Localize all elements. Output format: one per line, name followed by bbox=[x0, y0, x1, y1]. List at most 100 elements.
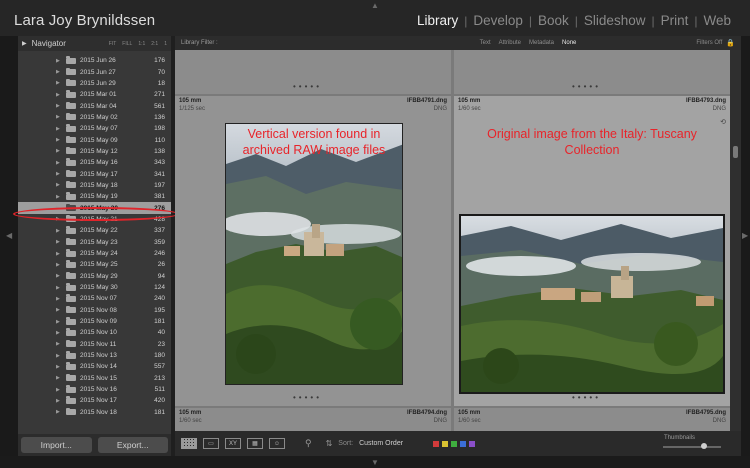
folder-row[interactable]: ▶ 2015 Jun 29 18 bbox=[18, 78, 171, 89]
expand-arrow-icon[interactable]: ▶ bbox=[56, 319, 64, 325]
navigator-header[interactable]: ▶ Navigator FIT FILL 1:1 2:1 1 bbox=[18, 36, 171, 51]
expand-arrow-icon[interactable]: ▶ bbox=[56, 171, 64, 177]
expand-arrow-icon[interactable]: ▶ bbox=[56, 262, 64, 268]
folder-row[interactable]: ▶ 2015 May 25 26 bbox=[18, 259, 171, 270]
module-slideshow[interactable]: Slideshow bbox=[579, 13, 651, 28]
expand-arrow-icon[interactable]: ▶ bbox=[56, 92, 64, 98]
folder-row[interactable]: ▶ 2015 Nov 17 420 bbox=[18, 395, 171, 406]
expand-arrow-icon[interactable]: ▶ bbox=[56, 353, 64, 359]
folder-row[interactable]: ▶ 2015 May 19 381 bbox=[18, 191, 171, 202]
filter-attribute[interactable]: Attribute bbox=[499, 40, 521, 46]
expand-arrow-icon[interactable]: ▶ bbox=[56, 160, 64, 166]
zoom-fit[interactable]: FIT bbox=[109, 41, 117, 47]
folder-row[interactable]: ▶ 2015 May 02 136 bbox=[18, 112, 171, 123]
expand-arrow-icon[interactable]: ▶ bbox=[56, 114, 64, 120]
color-label-swatch[interactable] bbox=[460, 440, 467, 447]
expand-arrow-icon[interactable]: ▶ bbox=[56, 409, 64, 415]
folder-row[interactable]: ▶ 2015 Nov 09 181 bbox=[18, 316, 171, 327]
right-panel-toggle-icon[interactable]: ▶ bbox=[742, 231, 748, 240]
folder-row[interactable]: ▶ 2015 Jun 26 176 bbox=[18, 55, 171, 66]
lock-icon[interactable]: 🔒 bbox=[726, 39, 735, 47]
grid-cell-selected[interactable]: 105 mm IFBB4793.dng 1/60 sec DNG Origina… bbox=[454, 96, 730, 406]
compare-view-icon[interactable]: XY bbox=[225, 438, 241, 449]
folder-row[interactable]: ▶ 2015 May 17 341 bbox=[18, 168, 171, 179]
expand-arrow-icon[interactable]: ▶ bbox=[56, 251, 64, 257]
scrollbar-thumb[interactable] bbox=[733, 146, 738, 158]
left-panel-toggle-icon[interactable]: ◀ bbox=[6, 231, 12, 240]
folder-row-selected[interactable]: ▶ 2015 May 20 276 bbox=[18, 202, 171, 214]
zoom-2-1[interactable]: 2:1 bbox=[151, 41, 158, 47]
top-panel-toggle-icon[interactable]: ▲ bbox=[371, 1, 379, 10]
expand-arrow-icon[interactable]: ▶ bbox=[56, 216, 64, 222]
grid-cell[interactable]: 105 mm IFBB4791.dng 1/125 sec DNG Vertic… bbox=[175, 96, 451, 406]
expand-arrow-icon[interactable]: ▶ bbox=[56, 126, 64, 132]
people-view-icon[interactable]: ☺ bbox=[269, 438, 285, 449]
grid-scrollbar[interactable] bbox=[730, 50, 741, 431]
grid-cell-partial[interactable]: ••••• bbox=[175, 50, 451, 94]
bottom-panel-toggle-icon[interactable]: ▼ bbox=[371, 458, 379, 467]
color-label-swatch[interactable] bbox=[433, 440, 440, 447]
expand-arrow-icon[interactable]: ▶ bbox=[56, 285, 64, 291]
expand-arrow-icon[interactable]: ▶ bbox=[56, 398, 64, 404]
expand-arrow-icon[interactable]: ▶ bbox=[56, 307, 64, 313]
folder-row[interactable]: ▶ 2015 May 16 343 bbox=[18, 157, 171, 168]
folder-row[interactable]: ▶ 2015 Nov 16 511 bbox=[18, 384, 171, 395]
module-develop[interactable]: Develop bbox=[468, 13, 528, 28]
grid-cell-partial[interactable]: 105 mm IFBB4794.dng 1/60 sec DNG bbox=[175, 408, 451, 431]
folder-row[interactable]: ▶ 2015 May 18 197 bbox=[18, 180, 171, 191]
color-label-swatch[interactable] bbox=[451, 440, 458, 447]
filter-metadata[interactable]: Metadata bbox=[529, 40, 554, 46]
thumbnail-slider-knob[interactable] bbox=[701, 443, 707, 449]
expand-arrow-icon[interactable]: ▶ bbox=[56, 148, 64, 154]
thumbnail-size-slider[interactable] bbox=[663, 446, 721, 448]
module-web[interactable]: Web bbox=[698, 13, 736, 28]
vertical-photo[interactable] bbox=[225, 123, 403, 385]
horizontal-photo[interactable] bbox=[459, 214, 725, 394]
loupe-view-icon[interactable]: ▭ bbox=[203, 438, 219, 449]
sort-direction-icon[interactable]: ⇅ bbox=[326, 439, 333, 448]
zoom-1-1[interactable]: 1:1 bbox=[138, 41, 145, 47]
expand-arrow-icon[interactable]: ▶ bbox=[56, 296, 64, 302]
expand-arrow-icon[interactable]: ▶ bbox=[56, 239, 64, 245]
sort-dropdown[interactable]: Custom Order bbox=[359, 440, 403, 447]
expand-arrow-icon[interactable]: ▶ bbox=[56, 137, 64, 143]
painter-icon[interactable]: ⚲ bbox=[305, 438, 312, 449]
folder-row[interactable]: ▶ 2015 Nov 10 40 bbox=[18, 327, 171, 338]
module-library[interactable]: Library bbox=[412, 13, 463, 28]
module-book[interactable]: Book bbox=[533, 13, 574, 28]
expand-arrow-icon[interactable]: ▶ bbox=[56, 80, 64, 86]
folder-row[interactable]: ▶ 2015 May 07 198 bbox=[18, 123, 171, 134]
expand-arrow-icon[interactable]: ▶ bbox=[56, 273, 64, 279]
folder-row[interactable]: ▶ 2015 Nov 11 23 bbox=[18, 339, 171, 350]
folder-row[interactable]: ▶ 2015 Nov 08 195 bbox=[18, 305, 171, 316]
folder-row[interactable]: ▶ 2015 May 23 359 bbox=[18, 237, 171, 248]
filter-none[interactable]: None bbox=[562, 40, 576, 46]
grid-cell-partial[interactable]: ••••• bbox=[454, 50, 730, 94]
expand-arrow-icon[interactable]: ▶ bbox=[56, 103, 64, 109]
expand-arrow-icon[interactable]: ▶ bbox=[56, 228, 64, 234]
expand-arrow-icon[interactable]: ▶ bbox=[56, 375, 64, 381]
color-label-swatch[interactable] bbox=[469, 440, 476, 447]
filter-text[interactable]: Text bbox=[480, 40, 491, 46]
color-label-swatch[interactable] bbox=[442, 440, 449, 447]
expand-arrow-icon[interactable]: ▶ bbox=[56, 387, 64, 393]
folder-row[interactable]: ▶ 2015 Mar 01 271 bbox=[18, 89, 171, 100]
folder-row[interactable]: ▶ 2015 May 29 94 bbox=[18, 271, 171, 282]
grid-view-icon[interactable] bbox=[181, 438, 197, 449]
expand-arrow-icon[interactable]: ▶ bbox=[56, 194, 64, 200]
module-print[interactable]: Print bbox=[656, 13, 694, 28]
grid-cell-partial[interactable]: 105 mm IFBB4795.dng 1/60 sec DNG bbox=[454, 408, 730, 431]
folder-row[interactable]: ▶ 2015 Nov 15 213 bbox=[18, 373, 171, 384]
folder-row[interactable]: ▶ 2015 Jun 27 70 bbox=[18, 66, 171, 77]
expand-arrow-icon[interactable]: ▶ bbox=[56, 341, 64, 347]
filters-off-dropdown[interactable]: Filters Off bbox=[696, 40, 722, 46]
folder-row[interactable]: ▶ 2015 Nov 18 181 bbox=[18, 407, 171, 418]
expand-triangle-icon[interactable]: ▶ bbox=[22, 40, 27, 47]
rotate-icon[interactable]: ⟲ bbox=[720, 118, 726, 126]
expand-arrow-icon[interactable]: ▶ bbox=[56, 205, 64, 211]
folder-row[interactable]: ▶ 2015 Mar 04 561 bbox=[18, 100, 171, 111]
folder-row[interactable]: ▶ 2015 May 21 428 bbox=[18, 214, 171, 225]
expand-arrow-icon[interactable]: ▶ bbox=[56, 182, 64, 188]
expand-arrow-icon[interactable]: ▶ bbox=[56, 58, 64, 64]
expand-arrow-icon[interactable]: ▶ bbox=[56, 364, 64, 370]
